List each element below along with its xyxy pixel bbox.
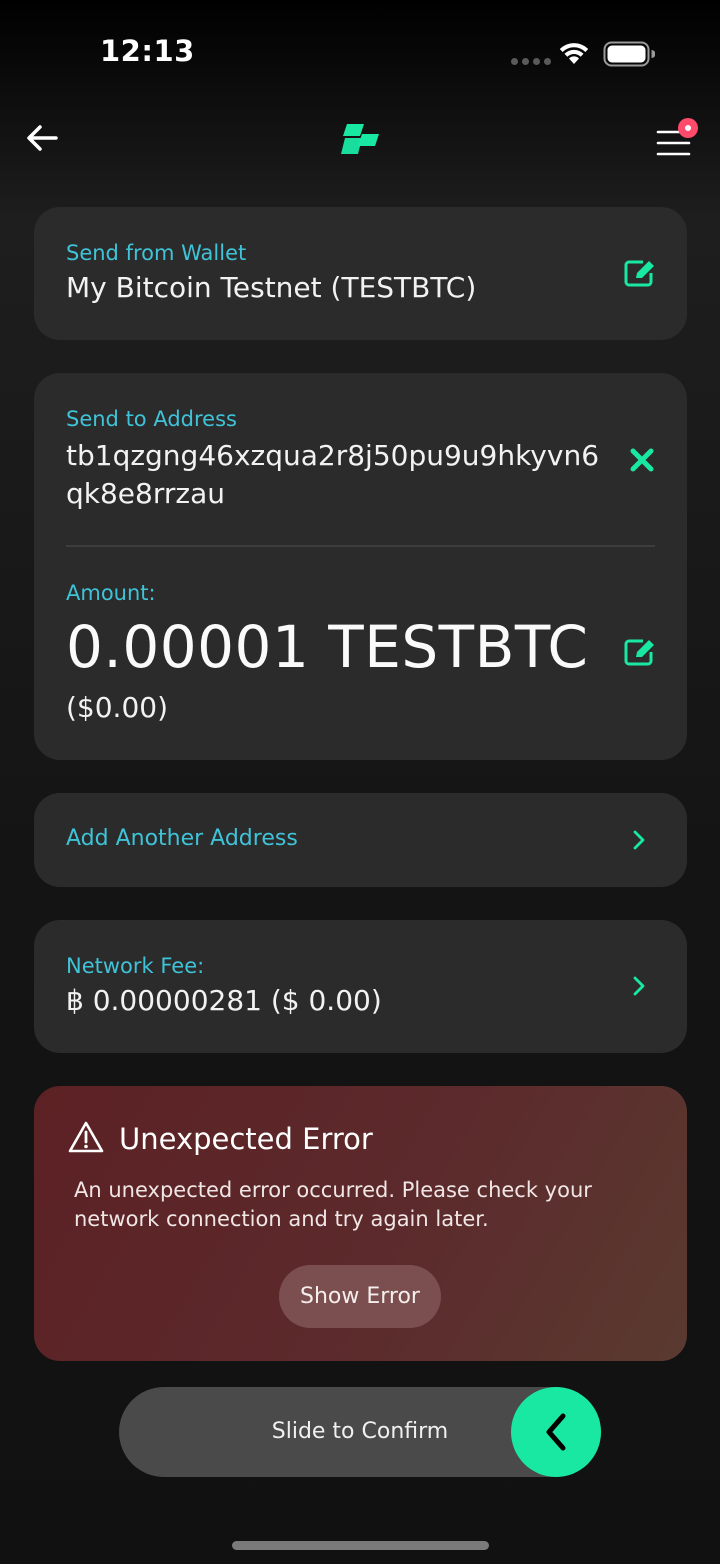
show-error-button[interactable]: Show Error <box>279 1265 441 1328</box>
recipient-card: Send to Address tb1qzgng46xzqua2r8j50pu9… <box>34 373 687 760</box>
home-indicator[interactable] <box>232 1541 489 1550</box>
send-to-address-label: Send to Address <box>66 407 237 431</box>
amount-label: Amount: <box>66 581 156 605</box>
hamburger-menu-icon <box>656 118 698 156</box>
error-banner: Unexpected Error An unexpected error occ… <box>34 1086 687 1361</box>
slider-handle[interactable] <box>511 1387 601 1477</box>
network-fee-label: Network Fee: <box>66 954 205 978</box>
send-from-wallet-label: Send from Wallet <box>66 241 247 265</box>
send-from-wallet-card[interactable]: Send from Wallet My Bitcoin Testnet (TES… <box>34 207 687 340</box>
top-nav <box>0 108 720 168</box>
app-logo-icon <box>340 118 380 158</box>
address-value[interactable]: tb1qzgng46xzqua2r8j50pu9u9hkyvn6qk8e8rrz… <box>66 437 611 513</box>
clear-address-button[interactable] <box>622 440 662 480</box>
add-another-address-button[interactable]: Add Another Address <box>34 793 687 887</box>
chevron-left-icon <box>546 1413 566 1451</box>
back-button[interactable] <box>24 120 64 156</box>
divider <box>66 545 655 547</box>
network-fee-value: ฿ 0.00000281 ($ 0.00) <box>66 984 382 1017</box>
add-another-address-label: Add Another Address <box>66 826 298 851</box>
menu-button[interactable] <box>652 114 702 160</box>
amount-value[interactable]: 0.00001 TESTBTC <box>66 613 588 681</box>
wallet-name: My Bitcoin Testnet (TESTBTC) <box>66 271 477 304</box>
edit-icon <box>624 639 654 666</box>
amount-fiat-value: ($0.00) <box>66 691 169 724</box>
edit-wallet-button[interactable] <box>620 253 660 293</box>
warning-icon <box>68 1121 104 1153</box>
chevron-right-icon <box>633 830 645 850</box>
edit-amount-button[interactable] <box>620 632 660 672</box>
error-message: An unexpected error occurred. Please che… <box>74 1178 592 1231</box>
battery-icon <box>603 41 655 67</box>
network-fee-card[interactable]: Network Fee: ฿ 0.00000281 ($ 0.00) <box>34 920 687 1053</box>
status-bar: 12:13 <box>0 0 720 100</box>
wifi-icon <box>559 43 589 64</box>
error-title: Unexpected Error <box>119 1122 373 1156</box>
close-x-icon <box>630 448 654 472</box>
slide-to-confirm[interactable]: Slide to Confirm <box>119 1387 601 1477</box>
chevron-right-icon <box>633 976 645 996</box>
status-time: 12:13 <box>100 34 195 68</box>
cellular-signal-icon <box>511 58 551 65</box>
edit-icon <box>624 260 654 287</box>
arrow-left-icon <box>27 125 58 151</box>
